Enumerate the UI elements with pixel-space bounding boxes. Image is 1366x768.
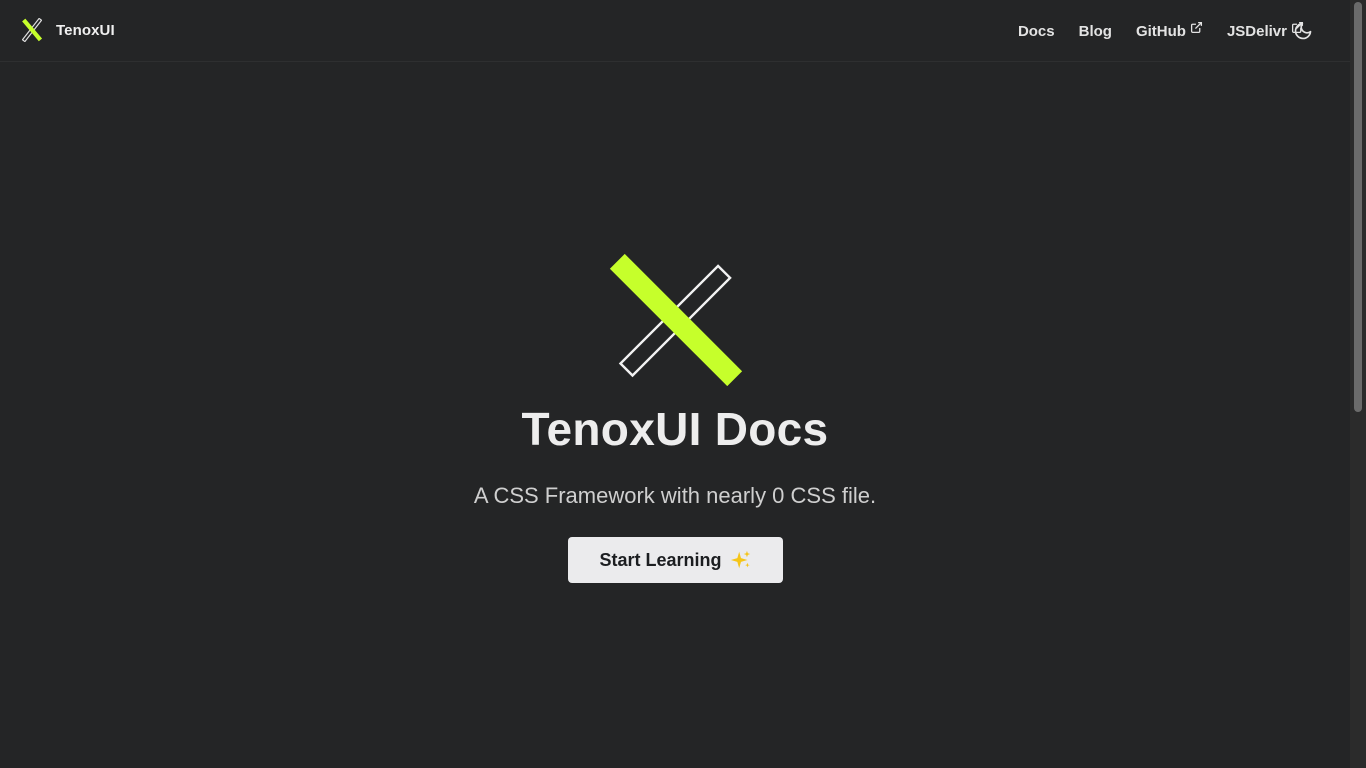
hero-title: TenoxUI Docs bbox=[521, 403, 829, 455]
navbar: TenoxUI Docs Blog GitHub JSDelivr bbox=[0, 0, 1350, 62]
nav-link-label: JSDelivr bbox=[1226, 22, 1287, 40]
nav-link-label: GitHub bbox=[1135, 22, 1186, 40]
moon-icon bbox=[1294, 22, 1312, 40]
brand-name: TenoxUI bbox=[56, 21, 115, 39]
tenoxui-hero-logo-icon bbox=[609, 253, 743, 387]
scrollbar-thumb[interactable] bbox=[1354, 2, 1362, 412]
theme-toggle-button[interactable] bbox=[1292, 20, 1314, 42]
nav-links: Docs Blog GitHub JSDelivr bbox=[1018, 0, 1304, 62]
brand-link[interactable]: TenoxUI bbox=[22, 18, 115, 42]
nav-link-docs[interactable]: Docs bbox=[1018, 23, 1055, 40]
sparkles-icon bbox=[730, 550, 750, 569]
external-link-icon bbox=[1190, 21, 1202, 33]
hero-section: TenoxUI Docs A CSS Framework with nearly… bbox=[0, 62, 1350, 768]
nav-link-blog[interactable]: Blog bbox=[1079, 23, 1112, 40]
nav-link-label: Docs bbox=[1017, 22, 1055, 40]
cta-label: Start Learning bbox=[599, 549, 722, 570]
page: TenoxUI Docs Blog GitHub JSDelivr TenoxU… bbox=[0, 0, 1366, 768]
nav-link-label: Blog bbox=[1078, 22, 1112, 40]
hero-subtitle: A CSS Framework with nearly 0 CSS file. bbox=[473, 483, 877, 508]
tenoxui-logo-icon bbox=[22, 18, 42, 42]
start-learning-button[interactable]: Start Learning bbox=[568, 537, 783, 583]
vertical-scrollbar[interactable] bbox=[1350, 0, 1366, 768]
nav-link-github[interactable]: GitHub bbox=[1135, 21, 1203, 40]
